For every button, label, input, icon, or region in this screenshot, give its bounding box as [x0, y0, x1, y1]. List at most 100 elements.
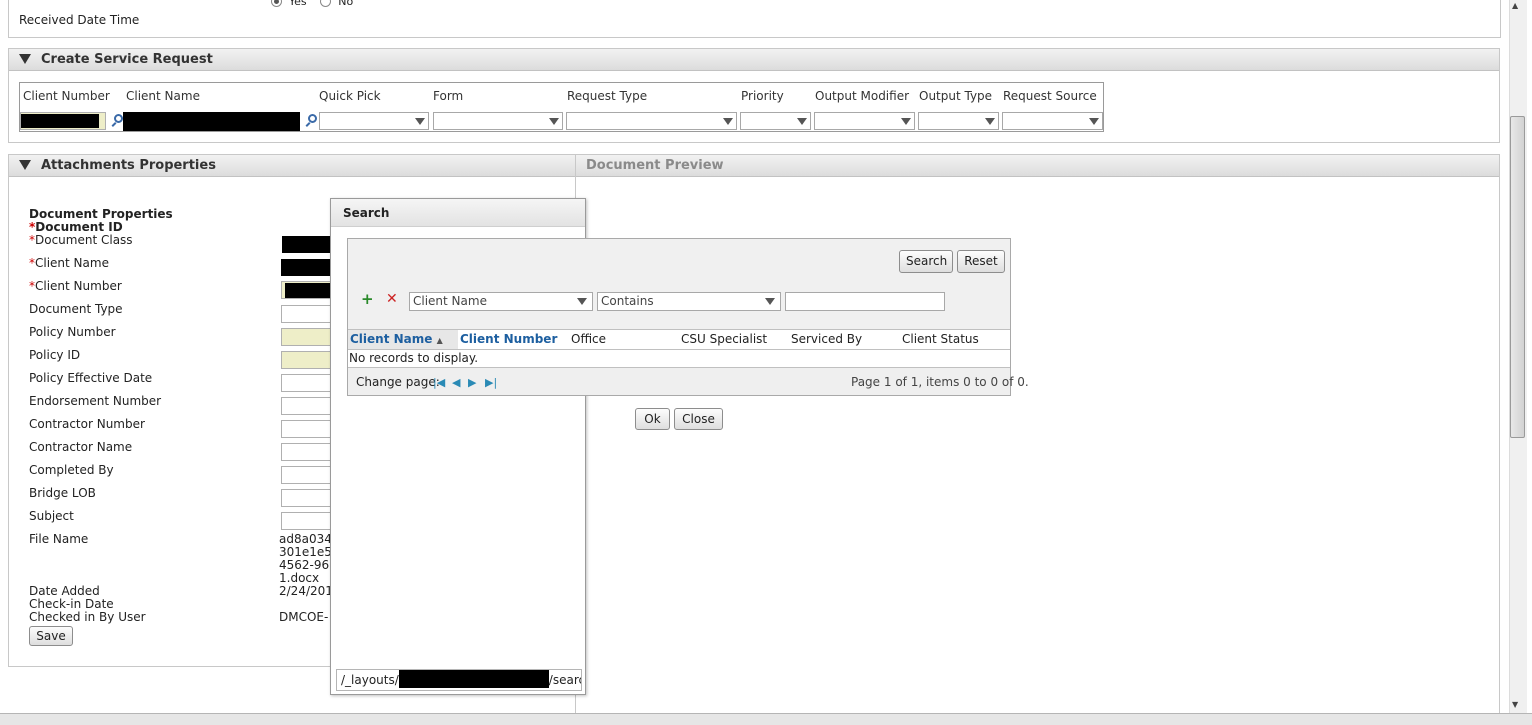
field-document-class: *Document Class: [29, 233, 133, 247]
completed-by-input[interactable]: [281, 466, 331, 484]
yes-radio-group[interactable]: Yes No: [271, 0, 353, 8]
change-page-label: Change page:: [356, 375, 440, 389]
next-page-icon[interactable]: ▶: [468, 376, 476, 389]
col-form: Form: [433, 89, 464, 103]
field-file-name: File Name: [29, 532, 89, 546]
sort-asc-icon: ▲: [436, 336, 443, 345]
scroll-up-icon[interactable]: ▲: [1512, 1, 1518, 10]
chevron-down-icon[interactable]: [982, 113, 998, 129]
policy-number-input[interactable]: [281, 328, 331, 346]
chevron-down-icon[interactable]: [412, 113, 428, 129]
field-client-number: *Client Number: [29, 279, 122, 293]
yes-radio[interactable]: [271, 0, 282, 7]
close-button[interactable]: Close: [674, 408, 723, 430]
grid-col-csu-specialist[interactable]: CSU Specialist: [681, 330, 767, 349]
chevron-down-icon[interactable]: [577, 298, 587, 305]
chevron-down-icon[interactable]: [898, 113, 914, 129]
priority-select[interactable]: [740, 112, 811, 130]
page-info: Page 1 of 1, items 0 to 0 of 0.: [851, 375, 1029, 389]
chevron-down-icon[interactable]: [794, 113, 810, 129]
contractor-name-input[interactable]: [281, 443, 331, 461]
contractor-number-input[interactable]: [281, 420, 331, 438]
filter-field-select[interactable]: Client Name: [409, 292, 593, 311]
first-page-icon[interactable]: |◀: [433, 376, 445, 389]
output-type-select[interactable]: [918, 112, 999, 130]
col-client-name: Client Name: [126, 89, 200, 103]
subject-input[interactable]: [281, 512, 331, 530]
policy-id-input[interactable]: [281, 351, 331, 369]
bridge-lob-input[interactable]: [281, 489, 331, 507]
grid-col-client-status[interactable]: Client Status: [902, 330, 979, 349]
request-type-select[interactable]: [566, 112, 737, 130]
grid-col-serviced-by[interactable]: Serviced By: [791, 330, 862, 349]
prev-page-icon[interactable]: ◀: [452, 376, 460, 389]
document-class-input-redacted[interactable]: [282, 236, 330, 253]
dialog-footer-path: /_layouts//searche: [336, 669, 582, 691]
quick-pick-select[interactable]: [319, 112, 429, 130]
attachments-header[interactable]: Attachments Properties: [9, 155, 575, 177]
client-number-lookup-icon[interactable]: [114, 114, 123, 123]
no-label: No: [338, 0, 354, 8]
search-dialog-title[interactable]: Search: [331, 199, 585, 227]
field-bridge-lob: Bridge LOB: [29, 486, 96, 500]
grid-col-office[interactable]: Office: [571, 330, 606, 349]
field-completed-by: Completed By: [29, 463, 114, 477]
col-quick-pick: Quick Pick: [319, 89, 381, 103]
redaction: [285, 283, 330, 298]
client-name-field-redacted[interactable]: [281, 259, 330, 276]
grid-col-client-number[interactable]: Client Number: [460, 330, 557, 349]
redaction: [398, 670, 549, 688]
field-policy-effective-date: Policy Effective Date: [29, 371, 153, 385]
field-checked-in-by: Checked in By User: [29, 610, 146, 624]
redaction: [21, 114, 99, 128]
service-request-table: Client Number Client Name Quick Pick For…: [19, 82, 1104, 132]
filter-operator-select[interactable]: Contains: [597, 292, 781, 311]
no-radio[interactable]: [320, 0, 332, 7]
field-document-id: *Document ID: [29, 220, 123, 234]
filter-field-value: Client Name: [413, 294, 487, 308]
field-date-added: Date Added: [29, 584, 100, 598]
service-request-header[interactable]: Create Service Request: [9, 49, 1499, 71]
client-name-lookup-icon[interactable]: [308, 114, 317, 123]
collapse-triangle-icon[interactable]: [19, 160, 31, 170]
save-button[interactable]: Save: [29, 626, 73, 646]
grid-col-client-name[interactable]: Client Name ▲: [350, 330, 443, 349]
document-properties-heading: Document Properties: [29, 207, 173, 221]
file-name-line-4: 1.docx: [279, 571, 320, 585]
col-output-type: Output Type: [919, 89, 993, 103]
col-output-modifier: Output Modifier: [815, 89, 910, 103]
endorsement-number-input[interactable]: [281, 397, 331, 415]
chevron-down-icon[interactable]: [1086, 113, 1102, 129]
document-type-input[interactable]: [281, 305, 331, 323]
remove-filter-icon[interactable]: ✕: [386, 291, 398, 307]
empty-grid-message: No records to display.: [348, 350, 1010, 367]
date-added-value: 2/24/201: [279, 584, 333, 598]
scroll-down-icon[interactable]: ▼: [1512, 700, 1518, 709]
chevron-down-icon[interactable]: [546, 113, 562, 129]
col-priority: Priority: [741, 89, 784, 103]
last-page-icon[interactable]: ▶|: [485, 376, 497, 389]
col-request-type: Request Type: [567, 89, 648, 103]
policy-effective-date-input[interactable]: [281, 374, 331, 392]
chevron-down-icon[interactable]: [765, 298, 775, 305]
scrollbar-thumb[interactable]: [1510, 116, 1525, 438]
field-policy-number: Policy Number: [29, 325, 116, 339]
form-select[interactable]: [433, 112, 563, 130]
top-strip: [8, 0, 1501, 38]
field-check-in-date: Check-in Date: [29, 597, 114, 611]
browser-status-bar: [0, 713, 1532, 725]
filter-operator-value: Contains: [601, 294, 654, 308]
filter-value-input[interactable]: [785, 292, 945, 311]
search-button[interactable]: Search: [899, 250, 953, 273]
client-number-field[interactable]: [281, 281, 331, 299]
reset-button[interactable]: Reset: [957, 250, 1005, 273]
ok-button[interactable]: Ok: [635, 408, 670, 430]
chevron-down-icon[interactable]: [720, 113, 736, 129]
col-request-source: Request Source: [1003, 89, 1097, 103]
request-source-select[interactable]: [1002, 112, 1103, 130]
output-modifier-select[interactable]: [814, 112, 915, 130]
client-number-input[interactable]: [20, 112, 106, 130]
client-name-input-redacted[interactable]: [123, 112, 300, 131]
add-filter-icon[interactable]: +: [361, 290, 374, 308]
collapse-triangle-icon[interactable]: [19, 54, 31, 64]
